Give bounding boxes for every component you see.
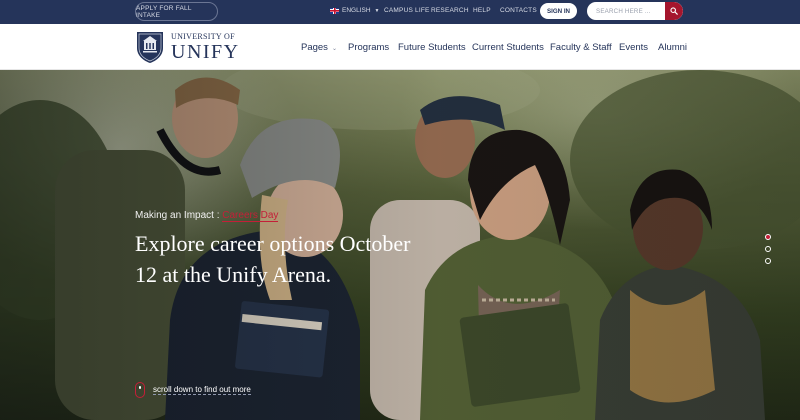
slider-pagination [765,234,771,270]
uk-flag-icon [330,7,339,14]
kicker-prefix: Making an Impact : [135,210,223,221]
nav-item-pages[interactable]: Pages ⌄ [301,42,337,53]
language-label: ENGLISH [342,7,371,14]
toplink-contacts[interactable]: CONTACTS [500,7,537,14]
language-selector[interactable]: ENGLISH ▼ [330,7,380,14]
search-input[interactable] [587,2,665,20]
search-icon [670,7,678,15]
hero-kicker: Making an Impact : Careers Day [135,210,279,222]
search-box [587,2,683,20]
toplink-campus-life[interactable]: CAMPUS LIFE [384,7,430,14]
slider-dot-2[interactable] [765,246,771,252]
nav-item-programs[interactable]: Programs [348,42,389,53]
search-button[interactable] [665,2,683,20]
scroll-down-label: scroll down to find out more [153,385,251,395]
toplink-research[interactable]: RESEARCH [431,7,469,14]
university-logo[interactable]: UNIVERSITY OF UNIFY [135,30,240,64]
chevron-down-icon: ⌄ [331,46,337,52]
slider-dot-1[interactable] [765,234,771,240]
nav-item-future-students[interactable]: Future Students [398,42,466,53]
nav-item-events[interactable]: Events [619,42,648,53]
toplink-help[interactable]: HELP [473,7,491,14]
hero-banner: Making an Impact : Careers Day Explore c… [0,70,800,420]
nav-item-alumni[interactable]: Alumni [658,42,687,53]
mouse-icon [135,382,145,398]
sign-in-button[interactable]: SIGN IN [540,3,577,19]
main-navbar: UNIVERSITY OF UNIFY Pages ⌄ Programs Futu… [0,24,800,70]
top-utility-bar: APPLY FOR FALL INTAKE ENGLISH ▼ CAMPUS L… [0,0,800,24]
scroll-down-link[interactable]: scroll down to find out more [135,382,251,398]
slider-dot-3[interactable] [765,258,771,264]
nav-item-label: Pages [301,42,328,53]
chevron-down-icon: ▼ [374,7,380,14]
nav-item-current-students[interactable]: Current Students [472,42,544,53]
nav-item-faculty-staff[interactable]: Faculty & Staff [550,42,612,53]
kicker-highlight-link[interactable]: Careers Day [222,210,279,222]
logo-text-small: UNIVERSITY OF [171,31,235,41]
hero-headline: Explore career options October 12 at the… [135,231,411,287]
logo-text-big: UNIFY [171,40,240,63]
crest-icon [137,32,163,63]
apply-for-fall-intake-button[interactable]: APPLY FOR FALL INTAKE [135,2,218,21]
